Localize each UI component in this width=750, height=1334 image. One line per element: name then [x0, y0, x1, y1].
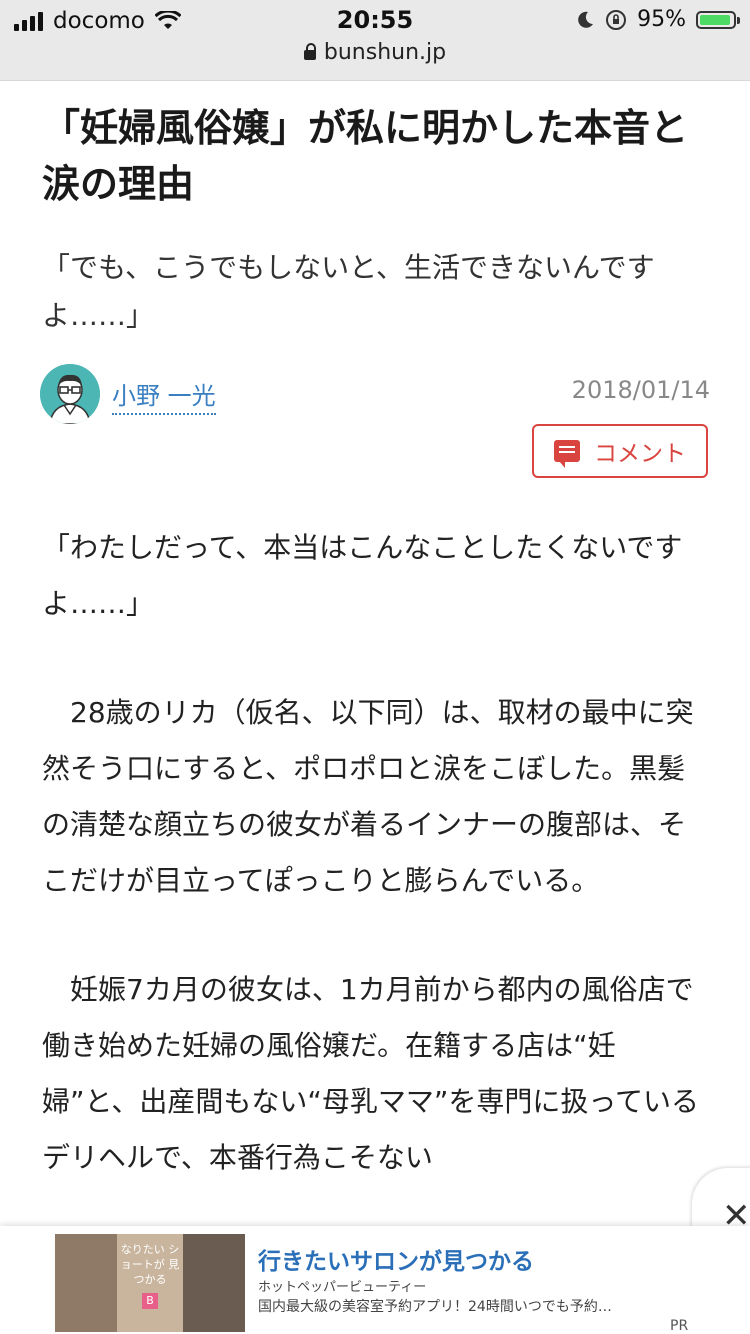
article-body: 「わたしだって、本当はこんなことしたくないですよ……」 28歳のリカ（仮名、以下… [42, 520, 712, 1239]
ad-brand: ホットペッパービューティー [258, 1280, 427, 1295]
status-bar: docomo 20:55 95% bunshun.jp [0, 0, 750, 81]
ad-pr-label: PR [670, 1318, 689, 1334]
ad-image[interactable]: なりたい ショートが 見つかる B [55, 1234, 245, 1332]
paragraph: 妊娠7カ月の彼女は、1カ月前から都内の風俗店で働き始めた妊婦の風俗嬢だ。在籍する… [42, 973, 700, 1174]
publish-date: 2018/01/14 [571, 376, 710, 404]
author-name-link[interactable]: 小野 一光 [112, 376, 216, 415]
ad-title[interactable]: 行きたいサロンが見つかる [258, 1242, 534, 1276]
ad-image-caption: なりたい ショートが 見つかる B [117, 1234, 183, 1332]
ad-image-photo-right [183, 1234, 245, 1332]
battery-icon [696, 10, 740, 29]
url-text: bunshun.jp [323, 40, 447, 65]
ad-image-photo-left [55, 1234, 117, 1332]
comment-button[interactable]: コメント [532, 424, 708, 478]
article-subtitle: 「でも、こうでもしないと、生活できないんですよ……」 [42, 251, 655, 332]
author-avatar[interactable] [40, 364, 100, 424]
moon-icon [578, 11, 594, 28]
ad-description: 国内最大級の美容室予約アプリ！24時間いつでも予約… [258, 1299, 612, 1315]
author-row: 小野 一光 2018/01/14 [40, 364, 710, 424]
comment-button-label: コメント [594, 441, 686, 467]
paragraph: 「わたしだって、本当はこんなことしたくないですよ……」 [42, 531, 683, 620]
comment-icon [554, 440, 580, 468]
article-title: 「妊婦風俗嬢」が私に明かした本音と涙の理由 [42, 106, 689, 206]
url-bar[interactable]: bunshun.jp [0, 40, 750, 65]
battery-percent: 95% [637, 7, 686, 32]
ad-brand-badge: B [142, 1293, 158, 1309]
lock-icon [303, 43, 316, 60]
ad-banner[interactable]: なりたい ショートが 見つかる B 行きたいサロンが見つかる ホットペッパービュ… [0, 1226, 750, 1334]
ad-image-text: なりたい ショートが 見つかる [120, 1243, 180, 1286]
person-illustration-icon [40, 364, 100, 424]
orientation-lock-icon [606, 9, 627, 30]
paragraph: 28歳のリカ（仮名、以下同）は、取材の最中に突然そう口にすると、ポロポロと涙をこ… [42, 696, 694, 897]
status-right: 95% [575, 7, 740, 32]
